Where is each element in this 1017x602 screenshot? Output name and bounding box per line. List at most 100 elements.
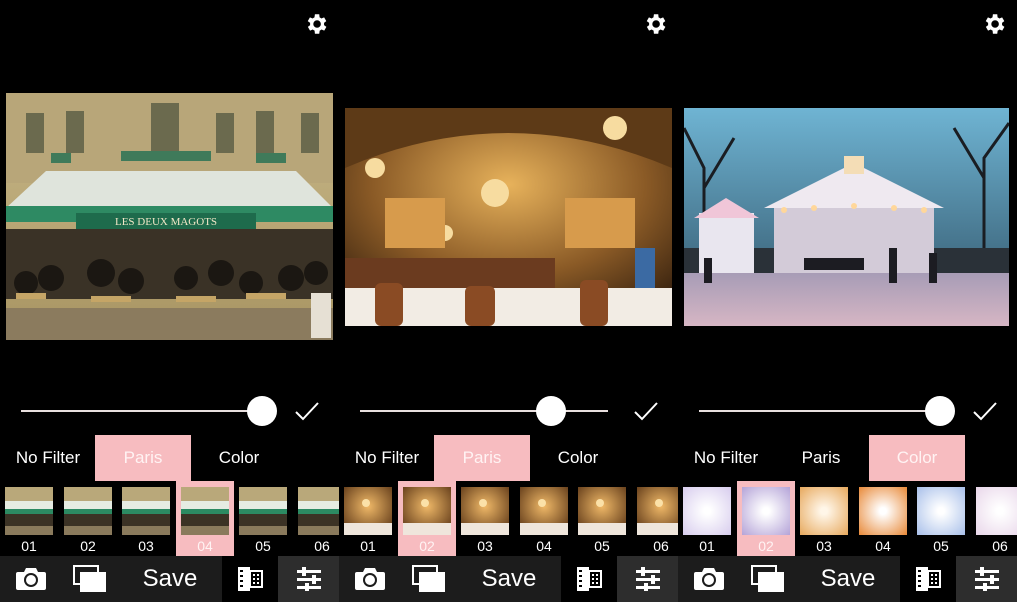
filter-thumb-image (520, 487, 568, 535)
bottom-toolbar: Save (678, 556, 1017, 602)
tab-no-filter[interactable]: No Filter (0, 435, 96, 481)
save-button[interactable]: Save (120, 556, 220, 602)
photo-preview: LES DEUX MAGOTS (6, 93, 333, 340)
intensity-slider[interactable] (21, 396, 277, 426)
settings-gear-icon[interactable] (642, 11, 668, 37)
filter-thumb-label: 06 (314, 538, 330, 554)
save-button[interactable]: Save (798, 556, 898, 602)
filter-thumb-04[interactable]: 04 (854, 481, 912, 556)
tab-color[interactable]: Color (191, 435, 287, 481)
tab-color[interactable]: Color (869, 435, 965, 481)
filter-thumb-image (64, 487, 112, 535)
filter-thumb-label: 03 (816, 538, 832, 554)
filter-thumb-06[interactable]: 06 (632, 481, 678, 556)
checkmark-icon[interactable] (972, 400, 998, 422)
filter-thumb-01[interactable]: 01 (0, 481, 58, 556)
editor-panel-2: No Filter Paris Color 01 02 03 04 05 06 Save (339, 0, 678, 602)
sliders-icon[interactable] (617, 556, 678, 602)
slider-track (360, 410, 608, 412)
sliders-icon[interactable] (956, 556, 1017, 602)
filter-thumb-label: 04 (197, 538, 213, 554)
filter-thumb-image (917, 487, 965, 535)
filter-thumb-image (181, 487, 229, 535)
filter-thumb-image (976, 487, 1017, 535)
bottom-toolbar: Save (0, 556, 339, 602)
bottom-toolbar: Save (339, 556, 678, 602)
camera-icon[interactable] (686, 556, 732, 602)
filter-thumb-05[interactable]: 05 (912, 481, 970, 556)
filter-thumb-03[interactable]: 03 (795, 481, 853, 556)
camera-icon[interactable] (347, 556, 393, 602)
filter-thumb-label: 01 (21, 538, 37, 554)
editor-panel-3: No Filter Paris Color 01 02 03 04 05 06 Save (678, 0, 1017, 602)
film-icon[interactable] (222, 556, 278, 602)
filter-thumb-05[interactable]: 05 (573, 481, 631, 556)
layers-icon[interactable] (66, 556, 114, 602)
filter-thumb-01[interactable]: 01 (678, 481, 736, 556)
filter-thumb-label: 06 (992, 538, 1008, 554)
filter-thumb-label: 05 (594, 538, 610, 554)
filter-thumb-label: 01 (699, 538, 715, 554)
filter-thumb-image (122, 487, 170, 535)
filter-thumb-image (742, 487, 790, 535)
film-icon[interactable] (561, 556, 617, 602)
tab-paris[interactable]: Paris (434, 435, 530, 481)
tab-no-filter[interactable]: No Filter (678, 435, 774, 481)
filter-thumb-label: 03 (138, 538, 154, 554)
filter-thumb-image (461, 487, 509, 535)
film-icon[interactable] (900, 556, 956, 602)
sliders-icon[interactable] (278, 556, 339, 602)
filter-thumb-label: 02 (758, 538, 774, 554)
filter-thumb-label: 02 (80, 538, 96, 554)
photo-preview (345, 108, 672, 326)
filter-thumb-05[interactable]: 05 (234, 481, 292, 556)
filter-thumbnails: 01 02 03 04 05 06 (339, 481, 678, 556)
layers-icon[interactable] (405, 556, 453, 602)
intensity-slider[interactable] (699, 396, 955, 426)
filter-category-tabs: No Filter Paris Color (678, 435, 1017, 481)
photo-preview (684, 108, 1009, 326)
filter-thumb-04[interactable]: 04 (176, 481, 234, 556)
filter-thumb-03[interactable]: 03 (456, 481, 514, 556)
filter-thumb-04[interactable]: 04 (515, 481, 573, 556)
slider-knob[interactable] (247, 396, 277, 426)
filter-thumb-01[interactable]: 01 (339, 481, 397, 556)
settings-gear-icon[interactable] (981, 11, 1007, 37)
filter-thumb-image (344, 487, 392, 535)
filter-thumb-label: 05 (933, 538, 949, 554)
filter-thumb-06[interactable]: 06 (971, 481, 1017, 556)
slider-knob[interactable] (925, 396, 955, 426)
filter-thumb-image (637, 487, 678, 535)
filter-thumb-label: 04 (536, 538, 552, 554)
filter-thumb-image (578, 487, 626, 535)
filter-thumb-image (298, 487, 339, 535)
filter-thumb-label: 02 (419, 538, 435, 554)
checkmark-icon[interactable] (633, 400, 659, 422)
tab-paris[interactable]: Paris (95, 435, 191, 481)
save-button[interactable]: Save (459, 556, 559, 602)
tab-no-filter[interactable]: No Filter (339, 435, 435, 481)
filter-thumbnails: 01 02 03 04 05 06 (0, 481, 339, 556)
filter-thumb-02[interactable]: 02 (737, 481, 795, 556)
tab-paris[interactable]: Paris (773, 435, 869, 481)
camera-icon[interactable] (8, 556, 54, 602)
checkmark-icon[interactable] (294, 400, 320, 422)
editor-panel-1: LES DEUX MAGOTS No Filter Paris Color 01 02 0… (0, 0, 339, 602)
filter-thumb-image (859, 487, 907, 535)
filter-thumb-06[interactable]: 06 (293, 481, 339, 556)
filter-thumb-image (403, 487, 451, 535)
slider-knob[interactable] (536, 396, 566, 426)
filter-thumb-image (800, 487, 848, 535)
intensity-slider[interactable] (360, 396, 610, 426)
settings-gear-icon[interactable] (303, 11, 329, 37)
filter-thumb-image (683, 487, 731, 535)
layers-icon[interactable] (744, 556, 792, 602)
filter-thumb-02[interactable]: 02 (398, 481, 456, 556)
filter-thumb-03[interactable]: 03 (117, 481, 175, 556)
filter-thumb-label: 05 (255, 538, 271, 554)
filter-thumb-02[interactable]: 02 (59, 481, 117, 556)
filter-thumb-image (5, 487, 53, 535)
filter-category-tabs: No Filter Paris Color (339, 435, 678, 481)
filter-thumbnails: 01 02 03 04 05 06 (678, 481, 1017, 556)
tab-color[interactable]: Color (530, 435, 626, 481)
